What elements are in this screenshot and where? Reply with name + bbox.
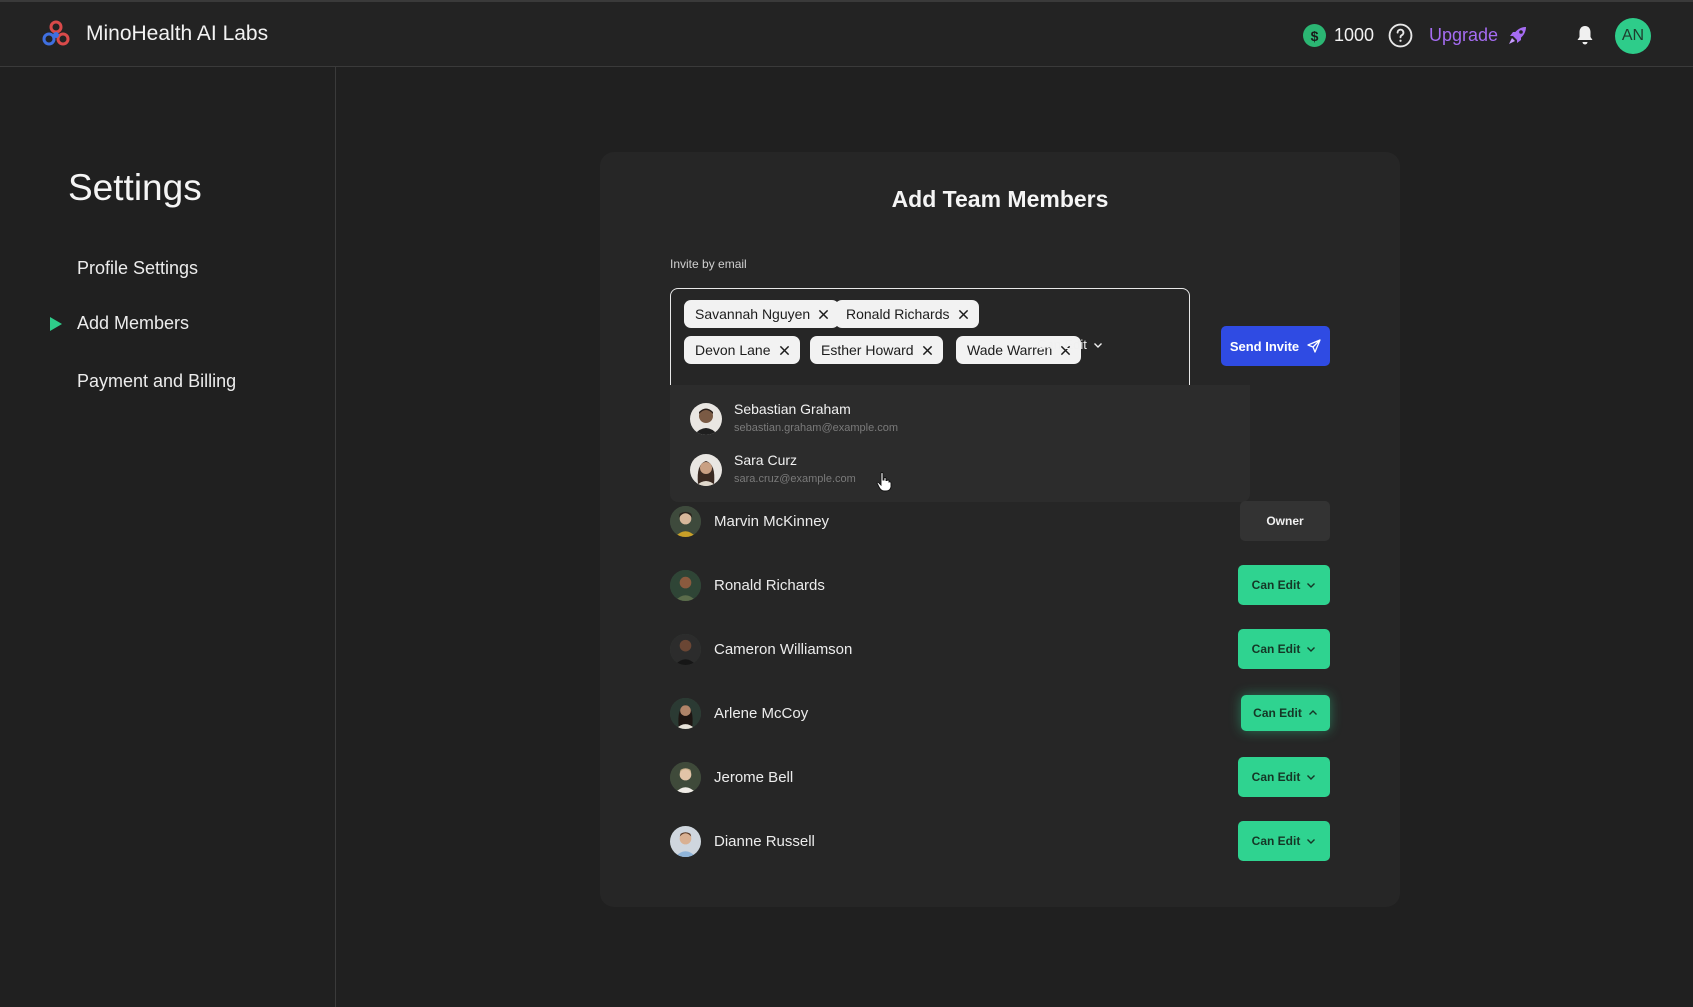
member-role-dropdown[interactable]: Can Edit	[1238, 757, 1330, 797]
invite-chip: Ronald Richards	[835, 300, 979, 328]
invite-role-select[interactable]: Can Edit	[1037, 337, 1103, 352]
avatar	[670, 698, 701, 729]
suggestion-item[interactable]: Sara Curz sara.cruz@example.com	[690, 452, 1210, 492]
card-title: Add Team Members	[891, 186, 1109, 212]
chevron-down-icon	[1307, 775, 1316, 780]
credits-display[interactable]: $ 1000	[1303, 24, 1374, 47]
remove-chip-icon[interactable]	[779, 345, 790, 356]
add-members-card: Add Team Members Invite by email Savanna…	[600, 152, 1400, 907]
send-icon	[1307, 339, 1321, 353]
member-name: Dianne Russell	[714, 833, 815, 850]
suggestion-name: Sara Curz	[734, 452, 798, 468]
suggestion-dropdown: Sebastian Graham sebastian.graham@exampl…	[670, 385, 1250, 502]
chip-label: Ronald Richards	[846, 306, 950, 322]
bell-icon[interactable]	[1573, 23, 1597, 47]
avatar	[670, 506, 701, 537]
app-title: MinoHealth AI Labs	[86, 22, 269, 45]
remove-chip-icon[interactable]	[922, 345, 933, 356]
member-row: Jerome Bell Can Edit	[670, 757, 1330, 797]
suggestion-name: Sebastian Graham	[734, 401, 851, 417]
avatar	[690, 403, 722, 435]
member-role-label: Can Edit	[1251, 834, 1301, 848]
chevron-down-icon	[1307, 583, 1316, 588]
member-row: Marvin McKinney Owner	[670, 501, 1330, 541]
chip-label: Devon Lane	[695, 342, 771, 358]
invite-chip: Devon Lane	[684, 336, 800, 364]
invite-label: Invite by email	[670, 257, 747, 271]
active-indicator-icon	[50, 317, 62, 331]
avatar	[670, 826, 701, 857]
avatar	[670, 570, 701, 601]
chevron-up-icon	[1308, 710, 1317, 715]
sidebar-item-profile-settings[interactable]: Profile Settings	[77, 258, 198, 279]
suggestion-item[interactable]: Sebastian Graham sebastian.graham@exampl…	[690, 401, 1210, 441]
chevron-down-icon	[1093, 342, 1102, 348]
credits-value: 1000	[1334, 25, 1375, 45]
sidebar: Settings Profile Settings Add Members Pa…	[0, 67, 336, 1007]
member-name: Arlene McCoy	[714, 705, 809, 722]
logo-icon[interactable]	[40, 19, 72, 51]
member-name: Cameron Williamson	[714, 641, 853, 658]
member-role-dropdown[interactable]: Can Edit	[1241, 695, 1330, 731]
avatar	[670, 634, 701, 665]
help-icon[interactable]	[1388, 23, 1413, 48]
chevron-down-icon	[1307, 839, 1316, 844]
sidebar-title: Settings	[68, 167, 202, 208]
member-row: Cameron Williamson Can Edit	[670, 629, 1330, 669]
rocket-icon	[1509, 27, 1527, 44]
member-role-dropdown[interactable]: Can Edit	[1238, 821, 1330, 861]
send-invite-button[interactable]: Send Invite	[1221, 326, 1330, 366]
member-role-label: Can Edit	[1253, 706, 1302, 720]
member-name: Ronald Richards	[714, 577, 825, 594]
member-role-label: Owner	[1266, 514, 1304, 528]
role-select-label: Can Edit	[1037, 337, 1087, 352]
top-bar: MinoHealth AI Labs $ 1000 Upgrade AN	[0, 0, 1693, 67]
member-row: Ronald Richards Can Edit	[670, 565, 1330, 605]
remove-chip-icon[interactable]	[958, 309, 969, 320]
coin-icon: $	[1303, 24, 1326, 47]
member-role-label: Can Edit	[1251, 642, 1301, 656]
member-role-label: Can Edit	[1251, 770, 1301, 784]
send-invite-label: Send Invite	[1229, 338, 1300, 354]
member-row: Dianne Russell Can Edit	[670, 821, 1330, 861]
chevron-down-icon	[1307, 647, 1316, 652]
member-name: Marvin McKinney	[714, 513, 830, 530]
hand-cursor-icon	[876, 472, 892, 492]
invite-chip: Esther Howard	[810, 336, 943, 364]
member-role-label: Can Edit	[1251, 578, 1301, 592]
member-role-dropdown[interactable]: Can Edit	[1238, 629, 1330, 669]
owner-badge: Owner	[1240, 501, 1330, 541]
suggestion-email: sebastian.graham@example.com	[734, 422, 899, 434]
sidebar-item-payment-billing[interactable]: Payment and Billing	[77, 371, 236, 392]
invite-chip: Savannah Nguyen	[684, 300, 840, 328]
chip-label: Esther Howard	[821, 342, 914, 358]
invite-email-input[interactable]: Savannah Nguyen Ronald Richards Devon La…	[670, 288, 1190, 388]
member-name: Jerome Bell	[714, 769, 794, 786]
member-role-dropdown[interactable]: Can Edit	[1238, 565, 1330, 605]
remove-chip-icon[interactable]	[818, 309, 829, 320]
upgrade-button[interactable]: Upgrade	[1429, 23, 1530, 47]
upgrade-label: Upgrade	[1429, 24, 1499, 45]
sidebar-item-add-members[interactable]: Add Members	[77, 313, 189, 334]
member-row: Arlene McCoy Can Edit	[670, 693, 1330, 733]
avatar	[670, 762, 701, 793]
user-avatar[interactable]: AN	[1615, 18, 1651, 54]
avatar	[690, 454, 722, 486]
chip-label: Savannah Nguyen	[695, 306, 811, 322]
suggestion-email: sara.cruz@example.com	[734, 473, 856, 485]
